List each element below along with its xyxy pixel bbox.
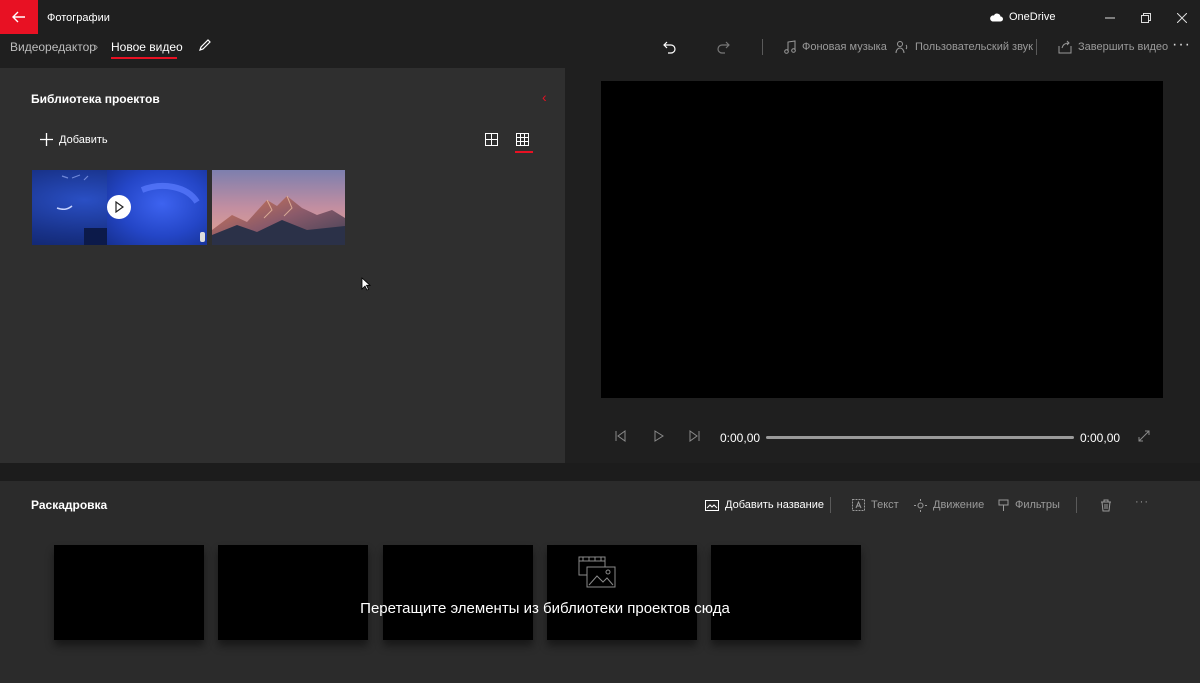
more-dots-icon: ··· — [1172, 36, 1191, 53]
collapse-library-button[interactable]: ‹ — [542, 89, 547, 105]
custom-audio-label: Пользовательский звук — [915, 41, 1033, 53]
undo-button[interactable] — [663, 38, 677, 56]
motion-label: Движение — [933, 499, 985, 511]
background-music-label: Фоновая музыка — [802, 41, 887, 53]
library-title: Библиотека проектов — [31, 92, 160, 106]
toolbar-divider — [762, 39, 763, 55]
breadcrumb-current-project[interactable]: Новое видео — [111, 40, 183, 54]
app-title: Фотографии — [47, 12, 110, 24]
close-button[interactable] — [1172, 8, 1192, 28]
panel-divider — [0, 463, 1200, 481]
add-media-button[interactable]: Добавить — [40, 133, 108, 146]
text-label: Текст — [871, 499, 899, 511]
play-triangle-icon — [654, 430, 664, 442]
next-frame-button[interactable] — [689, 430, 703, 444]
more-dots-icon: ··· — [1135, 496, 1149, 508]
rename-button[interactable] — [197, 37, 215, 55]
motion-icon — [914, 498, 927, 512]
motion-button[interactable]: Движение — [914, 497, 984, 513]
music-note-icon — [784, 40, 796, 54]
text-icon — [852, 499, 865, 511]
seek-slider[interactable] — [766, 436, 1074, 439]
finish-video-label: Завершить видео — [1078, 41, 1169, 53]
storyboard-slot[interactable] — [711, 545, 861, 640]
view-active-indicator — [515, 151, 533, 153]
redo-icon — [717, 41, 730, 54]
text-button[interactable]: Текст — [852, 497, 899, 513]
custom-audio-button[interactable]: Пользовательский звук — [895, 38, 1033, 56]
redo-button[interactable] — [716, 38, 730, 56]
cloud-icon — [990, 13, 1003, 21]
storyboard-more-button[interactable]: ··· — [1135, 494, 1149, 510]
small-grid-icon — [516, 133, 529, 146]
back-arrow-icon — [12, 11, 25, 23]
small-grid-view-button[interactable] — [516, 133, 532, 149]
mountain-image — [212, 170, 345, 245]
add-media-label: Добавить — [59, 133, 108, 146]
trash-icon — [1101, 499, 1111, 511]
filters-icon — [998, 499, 1009, 511]
pencil-icon — [199, 39, 211, 51]
play-icon[interactable] — [107, 195, 131, 219]
storyboard-title: Раскадровка — [31, 498, 108, 512]
plus-icon — [40, 133, 53, 146]
video-preview[interactable] — [601, 81, 1163, 398]
person-audio-icon — [895, 41, 908, 54]
toolbar-divider — [830, 497, 831, 513]
add-title-card-button[interactable]: Добавить название — [705, 497, 824, 513]
step-back-icon — [615, 430, 626, 442]
chevron-right-icon: › — [94, 39, 99, 54]
play-button[interactable] — [652, 430, 666, 444]
breadcrumb-video-editor[interactable]: Видеоредактор — [10, 40, 96, 54]
storyboard-slot[interactable] — [547, 545, 697, 640]
storyboard-drop-hint: Перетащите элементы из библиотеки проект… — [360, 600, 730, 617]
large-grid-view-button[interactable] — [485, 133, 501, 149]
finish-video-button[interactable]: Завершить видео — [1058, 38, 1168, 56]
storyboard-slot[interactable] — [218, 545, 368, 640]
fullscreen-button[interactable] — [1138, 430, 1152, 444]
storyboard-slot[interactable] — [383, 545, 533, 640]
restore-icon — [1141, 13, 1151, 23]
background-music-button[interactable]: Фоновая музыка — [784, 38, 887, 56]
storyboard-slot[interactable] — [54, 545, 204, 640]
minimize-button[interactable] — [1100, 8, 1120, 28]
project-library-panel — [0, 68, 565, 463]
breadcrumb-active-indicator — [111, 57, 177, 59]
library-item-video[interactable] — [32, 170, 207, 245]
current-time: 0:00,00 — [720, 431, 761, 445]
step-forward-icon — [689, 430, 700, 442]
undo-icon — [663, 41, 676, 54]
expand-icon — [1138, 430, 1150, 442]
more-options-button[interactable]: ··· — [1172, 36, 1191, 54]
filters-label: Фильтры — [1015, 499, 1060, 511]
add-title-card-label: Добавить название — [725, 499, 824, 511]
back-button[interactable] — [0, 0, 38, 34]
onedrive-button[interactable]: OneDrive — [989, 11, 1055, 23]
share-export-icon — [1058, 40, 1072, 54]
onedrive-label: OneDrive — [1009, 11, 1056, 23]
filters-button[interactable]: Фильтры — [998, 497, 1060, 513]
mouse-cursor — [361, 277, 372, 291]
media-drop-icon — [578, 556, 616, 588]
toolbar-divider — [1076, 497, 1077, 513]
delete-button[interactable] — [1100, 497, 1112, 513]
maximize-button[interactable] — [1136, 8, 1156, 28]
title-card-icon — [705, 499, 719, 511]
previous-frame-button[interactable] — [614, 430, 628, 444]
minimize-icon — [1105, 17, 1115, 19]
library-item-image[interactable] — [212, 170, 345, 245]
close-icon — [1177, 13, 1187, 23]
chevron-left-icon: ‹ — [542, 89, 547, 105]
large-grid-icon — [485, 133, 498, 146]
total-time: 0:00,00 — [1080, 431, 1121, 445]
toolbar-divider — [1036, 39, 1037, 55]
